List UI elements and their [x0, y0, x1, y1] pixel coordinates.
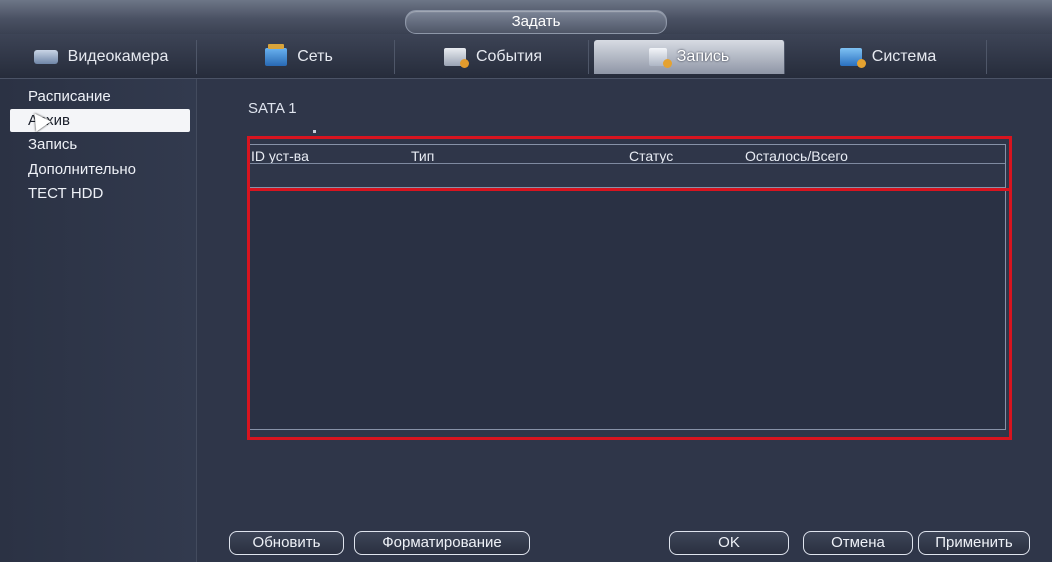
sidebar: Расписание Архив Запись Дополнительно ТЕ…: [0, 79, 197, 562]
column-header-status[interactable]: Статус: [629, 148, 673, 164]
sidebar-item-schedule[interactable]: Расписание: [10, 85, 190, 108]
disk-label: SATA 1: [248, 100, 297, 117]
system-icon: [839, 48, 866, 68]
tab-system[interactable]: Система: [790, 40, 987, 74]
table-divider: [249, 163, 1005, 164]
column-header-type[interactable]: Тип: [411, 148, 434, 164]
events-icon: [443, 48, 469, 68]
tab-camera[interactable]: Видеокамера: [6, 40, 197, 74]
tab-events[interactable]: События: [398, 40, 589, 74]
sidebar-item-hdd-test[interactable]: ТЕСТ HDD: [10, 182, 190, 205]
tab-system-label: Система: [871, 48, 937, 65]
window-title: Задать: [405, 10, 667, 34]
format-button[interactable]: Форматирование: [354, 531, 530, 555]
tab-record-label: Запись: [676, 48, 730, 65]
refresh-button[interactable]: Обновить: [229, 531, 344, 555]
tab-bar: Видеокамера Сеть События Запись Система: [0, 34, 1052, 79]
tab-record[interactable]: Запись: [594, 40, 785, 74]
record-icon: [648, 48, 672, 68]
column-header-device-id[interactable]: ID уст-ва: [251, 148, 309, 164]
tab-events-label: События: [475, 48, 543, 65]
title-bar: Задать: [0, 0, 1052, 34]
sidebar-item-record[interactable]: Запись: [10, 133, 190, 156]
sidebar-item-advanced[interactable]: Дополнительно: [10, 158, 190, 181]
tab-camera-label: Видеокамера: [67, 48, 169, 65]
disk-list[interactable]: [248, 190, 1006, 430]
settings-window: Задать Видеокамера Сеть События Запись С…: [0, 0, 1052, 562]
column-header-remaining-total[interactable]: Осталось/Всего: [745, 148, 848, 164]
tab-network-label: Сеть: [297, 48, 333, 65]
apply-button[interactable]: Применить: [918, 531, 1030, 555]
camera-icon: [33, 50, 58, 64]
ok-button[interactable]: OK: [669, 531, 789, 555]
network-icon: [265, 44, 288, 66]
cancel-button[interactable]: Отмена: [803, 531, 913, 555]
disk-indicator: [313, 130, 316, 133]
tab-network[interactable]: Сеть: [204, 40, 395, 74]
disk-table-header: ID уст-ва Тип Статус Осталось/Всего: [248, 144, 1006, 188]
